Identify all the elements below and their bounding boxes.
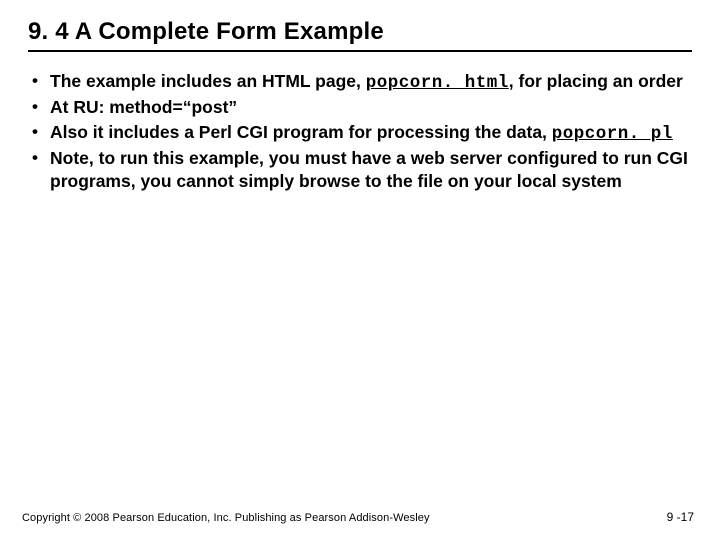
list-item: At RU: method=“post” (28, 96, 692, 118)
code-filename: popcorn. html (366, 73, 509, 93)
page-number: 9 -17 (667, 510, 694, 524)
bullet-text: Note, to run this example, you must have… (50, 148, 688, 190)
footer-copyright: Copyright © 2008 Pearson Education, Inc.… (22, 512, 430, 524)
title-divider (28, 50, 692, 52)
list-item: The example includes an HTML page, popco… (28, 70, 692, 94)
list-item: Also it includes a Perl CGI program for … (28, 121, 692, 145)
bullet-text: The example includes an HTML page, (50, 71, 366, 91)
list-item: Note, to run this example, you must have… (28, 147, 692, 192)
bullet-list: The example includes an HTML page, popco… (28, 70, 692, 192)
bullet-text: , for placing an order (509, 71, 683, 91)
code-filename: popcorn. pl (552, 124, 673, 144)
bullet-text: At RU: method=“post” (50, 97, 237, 117)
slide-container: 9. 4 A Complete Form Example The example… (0, 0, 720, 192)
bullet-text: Also it includes a Perl CGI program for … (50, 122, 552, 142)
page-title: 9. 4 A Complete Form Example (28, 18, 692, 46)
